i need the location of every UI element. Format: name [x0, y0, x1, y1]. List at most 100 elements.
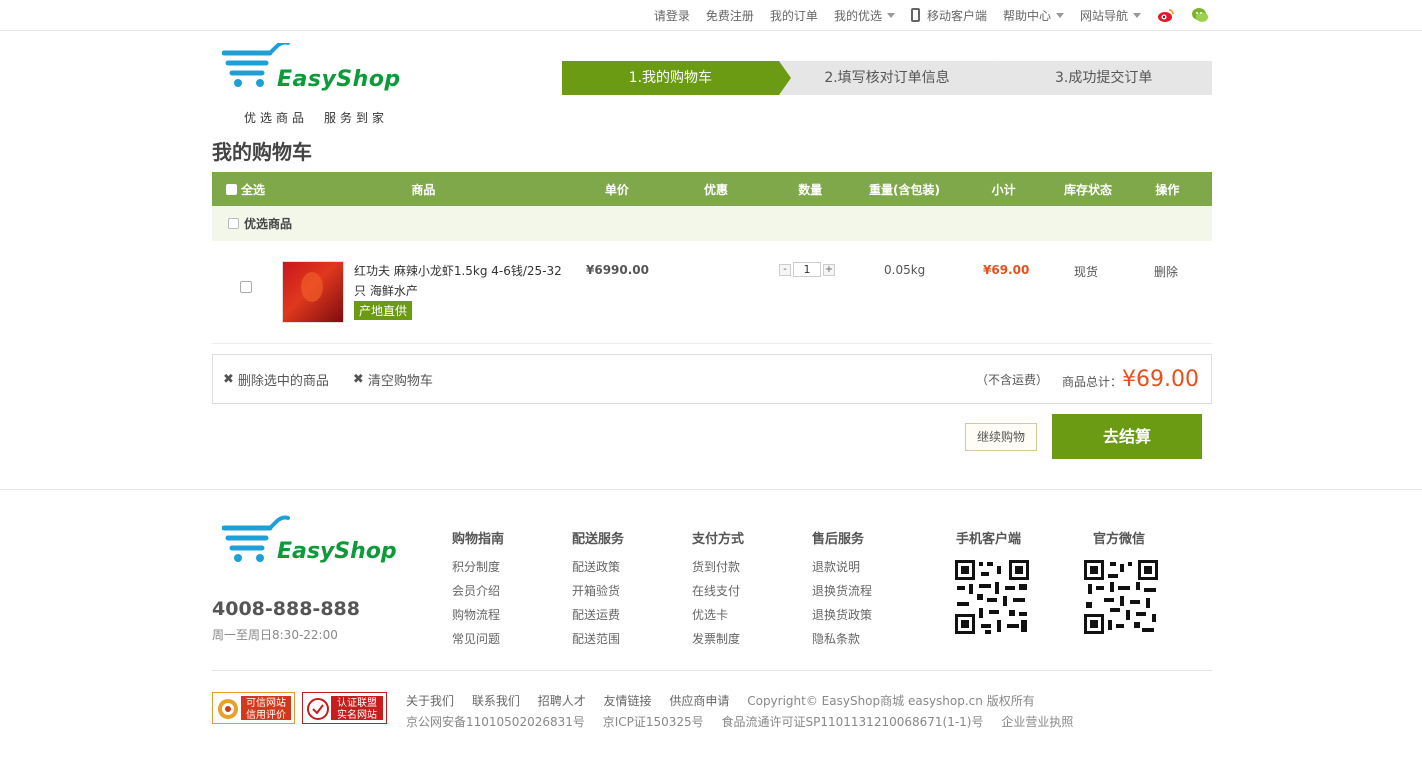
food-license[interactable]: 食品流通许可证SP1101131210068671(1-1)号	[722, 715, 984, 729]
unit-price: ¥6990.00	[586, 263, 650, 277]
help-center-menu[interactable]: 帮助中心	[1003, 7, 1064, 24]
shop-group-checkbox[interactable]	[228, 218, 239, 229]
step-order-info: 2.填写核对订单信息	[778, 61, 1007, 95]
col-stock: 库存状态	[1063, 182, 1112, 197]
step-cart: 1.我的购物车	[562, 61, 791, 95]
no-shipping-note: （不含运费）	[975, 372, 1048, 387]
product-name[interactable]: 红功夫 麻辣小龙虾1.5kg 4-6钱/25-32只 海鲜水产	[354, 261, 569, 301]
footer-link-about[interactable]: 关于我们	[406, 694, 454, 708]
cart-item-row: 红功夫 麻辣小龙虾1.5kg 4-6钱/25-32只 海鲜水产 产地直供 ¥69…	[212, 241, 1212, 344]
logo[interactable]: EasyShop 优选商品 服务到家	[221, 40, 422, 128]
footer-link[interactable]: 配送政策	[572, 555, 624, 579]
footer-col-aftersale: 售后服务 退款说明 退换货流程 退换货政策 隐私条款	[812, 528, 872, 651]
footer-logo[interactable]: EasyShop	[221, 514, 422, 574]
footer-link[interactable]: 隐私条款	[812, 627, 872, 651]
col-quantity: 数量	[798, 182, 823, 197]
top-nav: 请登录 免费注册 我的订单 我的优选 移动客户端 帮助中心 网站导航	[654, 0, 1209, 30]
qr-code-wechat	[1082, 558, 1160, 636]
footer-col-payment: 支付方式 货到付款 在线支付 优选卡 发票制度	[692, 528, 744, 651]
top-bar: 请登录 免费注册 我的订单 我的优选 移动客户端 帮助中心 网站导航	[0, 0, 1422, 31]
hotline: 4008-888-888	[212, 598, 360, 620]
footer-link[interactable]: 发票制度	[692, 627, 744, 651]
quantity-increase-button[interactable]: +	[823, 263, 835, 276]
footer-link-supplier[interactable]: 供应商申请	[669, 694, 729, 708]
mobile-client-link[interactable]: 移动客户端	[910, 7, 987, 24]
footer-link[interactable]: 退换货政策	[812, 603, 872, 627]
delete-item-link[interactable]: 删除	[1154, 263, 1178, 280]
footer-link[interactable]: 常见问题	[452, 627, 504, 651]
trusted-site-badge[interactable]: 可信网站 信用评价	[212, 692, 295, 724]
footer-link[interactable]: 退款说明	[812, 555, 872, 579]
shop-group-label: 优选商品	[244, 217, 293, 231]
site-nav-menu[interactable]: 网站导航	[1080, 7, 1141, 24]
footer-link[interactable]: 优选卡	[692, 603, 744, 627]
cert-alliance-badge[interactable]: 认证联盟 实名网站	[302, 692, 387, 724]
col-operation: 操作	[1155, 182, 1180, 197]
business-license[interactable]: 企业营业执照	[1001, 715, 1073, 729]
cart-table-header: 全选 商品 单价 优惠 数量 重量(含包装) 小计 库存状态 操作	[212, 172, 1212, 206]
brand-slogan: 优选商品 服务到家	[244, 111, 389, 125]
item-weight: 0.05kg	[884, 263, 926, 277]
qr-wechat-title: 官方微信	[1093, 532, 1146, 547]
brand-name: EasyShop	[277, 67, 401, 92]
checkout-button[interactable]: 去结算	[1052, 414, 1202, 459]
weibo-icon[interactable]	[1157, 7, 1175, 23]
cart-summary: ✖ 删除选中的商品 ✖ 清空购物车 （不含运费） 商品总计：¥69.00	[212, 354, 1212, 404]
col-weight: 重量(含包装)	[868, 182, 940, 197]
select-all-checkbox[interactable]	[226, 183, 237, 195]
quantity-stepper[interactable]: - 1 +	[779, 262, 835, 277]
col-price: 单价	[604, 182, 629, 197]
footer-link[interactable]: 开箱验货	[572, 579, 624, 603]
footer-link-contact[interactable]: 联系我们	[472, 694, 520, 708]
footer-link[interactable]: 会员介绍	[452, 579, 504, 603]
footer-link[interactable]: 配送运费	[572, 603, 624, 627]
footer-link[interactable]: 购物流程	[452, 603, 504, 627]
delete-selected-button[interactable]: ✖ 删除选中的商品	[223, 370, 329, 389]
shop-group-row: 优选商品	[212, 206, 1212, 241]
close-icon: ✖	[352, 371, 364, 387]
footer-link-jobs[interactable]: 招聘人才	[538, 694, 586, 708]
footer-link[interactable]: 退换货流程	[812, 579, 872, 603]
footer-link[interactable]: 配送范围	[572, 627, 624, 651]
col-subtotal: 小计	[991, 182, 1016, 197]
register-link[interactable]: 免费注册	[706, 7, 754, 24]
total-amount: ¥69.00	[1122, 366, 1199, 392]
quantity-input[interactable]: 1	[793, 262, 821, 277]
my-pick-menu[interactable]: 我的优选	[834, 7, 895, 24]
continue-shopping-button[interactable]: 继续购物	[965, 423, 1037, 451]
my-orders-link[interactable]: 我的订单	[770, 7, 818, 24]
footer-links: 关于我们 联系我们 招聘人才 友情链接 供应商申请 Copyright© Eas…	[406, 692, 1087, 730]
origin-direct-badge: 产地直供	[354, 301, 413, 320]
page-title: 我的购物车	[212, 140, 312, 164]
wechat-icon[interactable]	[1191, 7, 1209, 23]
step-submit: 3.成功提交订单	[995, 61, 1213, 95]
brand-name: EasyShop	[277, 539, 397, 564]
copyright: Copyright© EasyShop商城 easyshop.cn 版权所有	[747, 694, 1035, 708]
footer-col-delivery: 配送服务 配送政策 开箱验货 配送运费 配送范围	[572, 528, 624, 651]
footer-link[interactable]: 货到付款	[692, 555, 744, 579]
col-discount: 优惠	[704, 182, 729, 197]
item-subtotal: ¥69.00	[983, 263, 1030, 277]
icp-police[interactable]: 京公网安备11010502026831号	[406, 715, 585, 729]
total-area: （不含运费） 商品总计：¥69.00	[976, 367, 1211, 392]
chevron-down-icon	[886, 12, 895, 18]
footer-divider	[212, 670, 1212, 671]
product-thumbnail[interactable]	[282, 261, 344, 323]
header: EasyShop 优选商品 服务到家 1.我的购物车 2.填写核对订单信息 3.…	[0, 31, 1422, 134]
footer: EasyShop 4008-888-888 周一至周日8:30-22:00 购物…	[0, 489, 1422, 761]
qr-mobile-title: 手机客户端	[956, 532, 1022, 547]
footer-link-friends[interactable]: 友情链接	[604, 694, 652, 708]
clear-cart-button[interactable]: ✖ 清空购物车	[353, 370, 433, 389]
footer-col-guide: 购物指南 积分制度 会员介绍 购物流程 常见问题	[452, 528, 504, 651]
close-icon: ✖	[223, 371, 234, 387]
footer-link[interactable]: 在线支付	[692, 579, 744, 603]
total-label: 商品总计：¥69.00	[1062, 366, 1199, 392]
service-hours: 周一至周日8:30-22:00	[212, 628, 338, 642]
select-all[interactable]: 全选	[212, 181, 280, 198]
footer-link[interactable]: 积分制度	[452, 555, 504, 579]
icp-license[interactable]: 京ICP证150325号	[603, 715, 704, 729]
quantity-decrease-button[interactable]: -	[779, 263, 791, 276]
item-checkbox[interactable]	[240, 281, 252, 293]
phone-icon	[910, 8, 920, 22]
login-link[interactable]: 请登录	[654, 7, 690, 24]
